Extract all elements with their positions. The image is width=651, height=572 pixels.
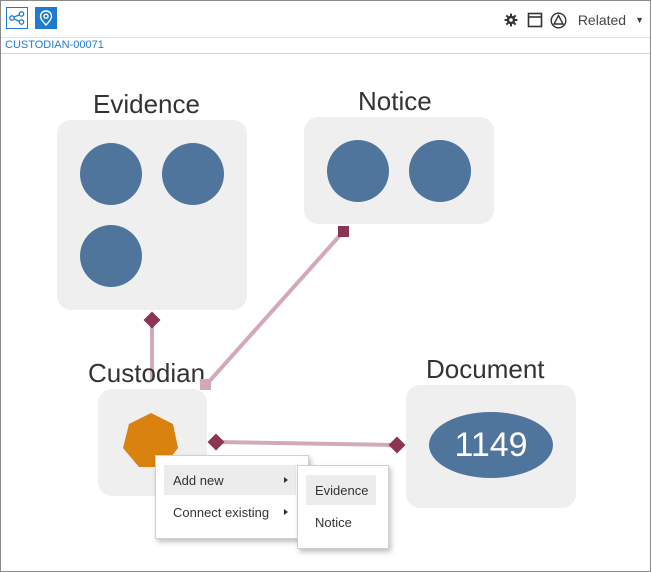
context-menu: Add new Connect existing bbox=[155, 455, 309, 539]
evidence-node[interactable] bbox=[57, 120, 247, 310]
document-count: 1149 bbox=[454, 425, 528, 464]
evidence-item[interactable] bbox=[162, 143, 224, 205]
evidence-node-title: Evidence bbox=[93, 89, 200, 119]
document-node-title: Document bbox=[426, 354, 545, 384]
menu-item-label: Connect existing bbox=[173, 504, 270, 520]
graph-window: Related ▼ CUSTODIAN-00071 Evidence Notic… bbox=[0, 0, 651, 572]
chevron-right-icon bbox=[284, 477, 288, 483]
evidence-item[interactable] bbox=[80, 143, 142, 205]
record-id-bar: CUSTODIAN-00071 bbox=[1, 38, 650, 54]
document-count-badge[interactable]: 1149 bbox=[429, 412, 553, 478]
toolbar: Related ▼ bbox=[1, 1, 650, 38]
triangle-circle-icon[interactable] bbox=[550, 11, 568, 29]
edge-marker bbox=[143, 311, 161, 329]
menu-item-connect-existing[interactable]: Connect existing bbox=[164, 497, 296, 527]
gear-icon[interactable] bbox=[502, 11, 520, 29]
edge-marker bbox=[388, 436, 406, 454]
chevron-right-icon bbox=[284, 509, 288, 515]
edge-custodian-document bbox=[215, 440, 398, 447]
menu-item-label: Add new bbox=[173, 472, 224, 488]
menu-item-add-new[interactable]: Add new bbox=[164, 465, 296, 495]
notice-node[interactable] bbox=[304, 117, 494, 224]
record-id[interactable]: CUSTODIAN-00071 bbox=[5, 39, 104, 51]
submenu-item-evidence[interactable]: Evidence bbox=[306, 475, 376, 505]
chevron-down-icon: ▼ bbox=[635, 15, 644, 25]
custodian-node-title: Custodian bbox=[88, 358, 206, 388]
location-pin-icon[interactable] bbox=[35, 7, 57, 29]
panel-icon[interactable] bbox=[526, 11, 544, 29]
submenu-item-notice[interactable]: Notice bbox=[306, 507, 376, 537]
notice-item[interactable] bbox=[327, 140, 389, 202]
notice-item[interactable] bbox=[409, 140, 471, 202]
edge-marker bbox=[207, 433, 225, 451]
edge-marker bbox=[338, 226, 349, 237]
submenu-item-label: Notice bbox=[315, 514, 352, 530]
related-dropdown[interactable]: Related ▼ bbox=[578, 12, 644, 28]
notice-node-title: Notice bbox=[358, 86, 432, 116]
submenu-item-label: Evidence bbox=[315, 482, 369, 498]
context-submenu: Evidence Notice bbox=[297, 465, 389, 549]
document-node[interactable]: 1149 bbox=[406, 385, 576, 508]
evidence-item[interactable] bbox=[80, 225, 142, 287]
share-graph-icon[interactable] bbox=[6, 7, 28, 29]
related-label: Related bbox=[577, 12, 627, 28]
